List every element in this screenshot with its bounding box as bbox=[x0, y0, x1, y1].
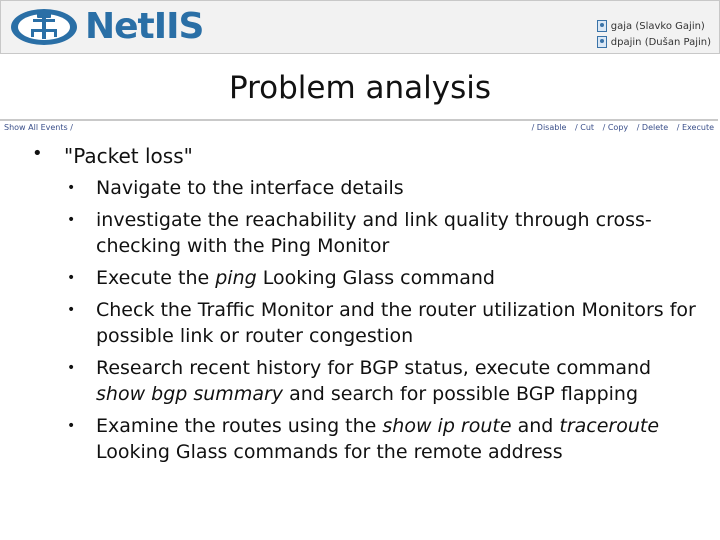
step-item: • Navigate to the interface details bbox=[64, 175, 702, 201]
logged-in-users: gaja (Slavko Gajin) dpajin (Dušan Pajin) bbox=[596, 18, 711, 50]
command-name: traceroute bbox=[559, 415, 660, 437]
bullet-icon: • bbox=[67, 360, 76, 376]
problem-name: "Packet loss" bbox=[64, 144, 193, 168]
analysis-list: • "Packet loss" • Navigate to the interf… bbox=[32, 143, 702, 471]
delete-link[interactable]: / Delete bbox=[637, 123, 669, 132]
user-entry[interactable]: dpajin (Dušan Pajin) bbox=[596, 34, 711, 50]
disable-link[interactable]: / Disable bbox=[532, 123, 567, 132]
step-text-segment: Navigate to the interface details bbox=[96, 177, 404, 199]
brand-name: NetIIS bbox=[85, 6, 204, 47]
step-text-segment: and bbox=[511, 415, 560, 437]
step-text-segment: and search for possible BGP flapping bbox=[283, 383, 639, 405]
toolbar-actions: / Disable / Cut / Copy / Delete / Execut… bbox=[526, 123, 714, 132]
step-text-segment: Examine the routes using the bbox=[96, 415, 383, 437]
user-icon bbox=[596, 20, 607, 32]
step-item: • Research recent history for BGP status… bbox=[64, 355, 702, 407]
bullet-icon: • bbox=[67, 212, 76, 228]
step-text-segment: Execute the bbox=[96, 267, 216, 289]
step-item: • Check the Traffic Monitor and the rout… bbox=[64, 297, 702, 349]
bullet-icon: • bbox=[67, 418, 76, 434]
bullet-icon: • bbox=[67, 180, 76, 196]
command-name: show bgp summary bbox=[96, 383, 284, 405]
bullet-icon: • bbox=[67, 270, 76, 286]
step-text-segment: investigate the reachability and link qu… bbox=[96, 209, 652, 257]
step-text: Check the Traffic Monitor and the router… bbox=[96, 297, 702, 349]
execute-link[interactable]: / Execute bbox=[677, 123, 714, 132]
show-all-events-link[interactable]: Show All Events / bbox=[4, 123, 73, 132]
step-text-segment: Looking Glass command bbox=[256, 267, 495, 289]
bullet-icon: • bbox=[67, 302, 76, 318]
command-name: ping bbox=[215, 267, 257, 289]
netiis-logo[interactable]: NetIIS bbox=[9, 7, 239, 47]
bullet-icon: • bbox=[32, 143, 43, 164]
user-icon bbox=[596, 36, 607, 48]
step-item: • investigate the reachability and link … bbox=[64, 207, 702, 259]
step-text: Execute the ping Looking Glass command bbox=[96, 265, 702, 291]
step-text: investigate the reachability and link qu… bbox=[96, 207, 702, 259]
step-text: Examine the routes using the show ip rou… bbox=[96, 413, 702, 465]
step-item: • Execute the ping Looking Glass command bbox=[64, 265, 702, 291]
page-title: Problem analysis bbox=[228, 70, 492, 106]
step-text-segment: Research recent history for BGP status, … bbox=[96, 357, 652, 379]
user-entry[interactable]: gaja (Slavko Gajin) bbox=[596, 18, 711, 34]
steps-list: • Navigate to the interface details • in… bbox=[64, 175, 702, 465]
header-banner: NetIIS gaja (Slavko Gajin) dpajin (Dušan… bbox=[0, 0, 720, 54]
command-name: show ip route bbox=[382, 415, 512, 437]
cut-link[interactable]: / Cut bbox=[575, 123, 594, 132]
network-logo-icon bbox=[11, 9, 77, 45]
event-toolbar: Show All Events / / Disable / Cut / Copy… bbox=[0, 119, 718, 135]
step-text: Navigate to the interface details bbox=[96, 175, 702, 201]
step-text: Research recent history for BGP status, … bbox=[96, 355, 702, 407]
copy-link[interactable]: / Copy bbox=[603, 123, 629, 132]
step-text-segment: Check the Traffic Monitor and the router… bbox=[96, 299, 696, 347]
list-item: • "Packet loss" • Navigate to the interf… bbox=[32, 143, 702, 465]
step-item: • Examine the routes using the show ip r… bbox=[64, 413, 702, 465]
user-label: dpajin (Dušan Pajin) bbox=[610, 36, 711, 48]
user-label: gaja (Slavko Gajin) bbox=[610, 20, 705, 32]
step-text-segment: Looking Glass commands for the remote ad… bbox=[96, 441, 563, 463]
